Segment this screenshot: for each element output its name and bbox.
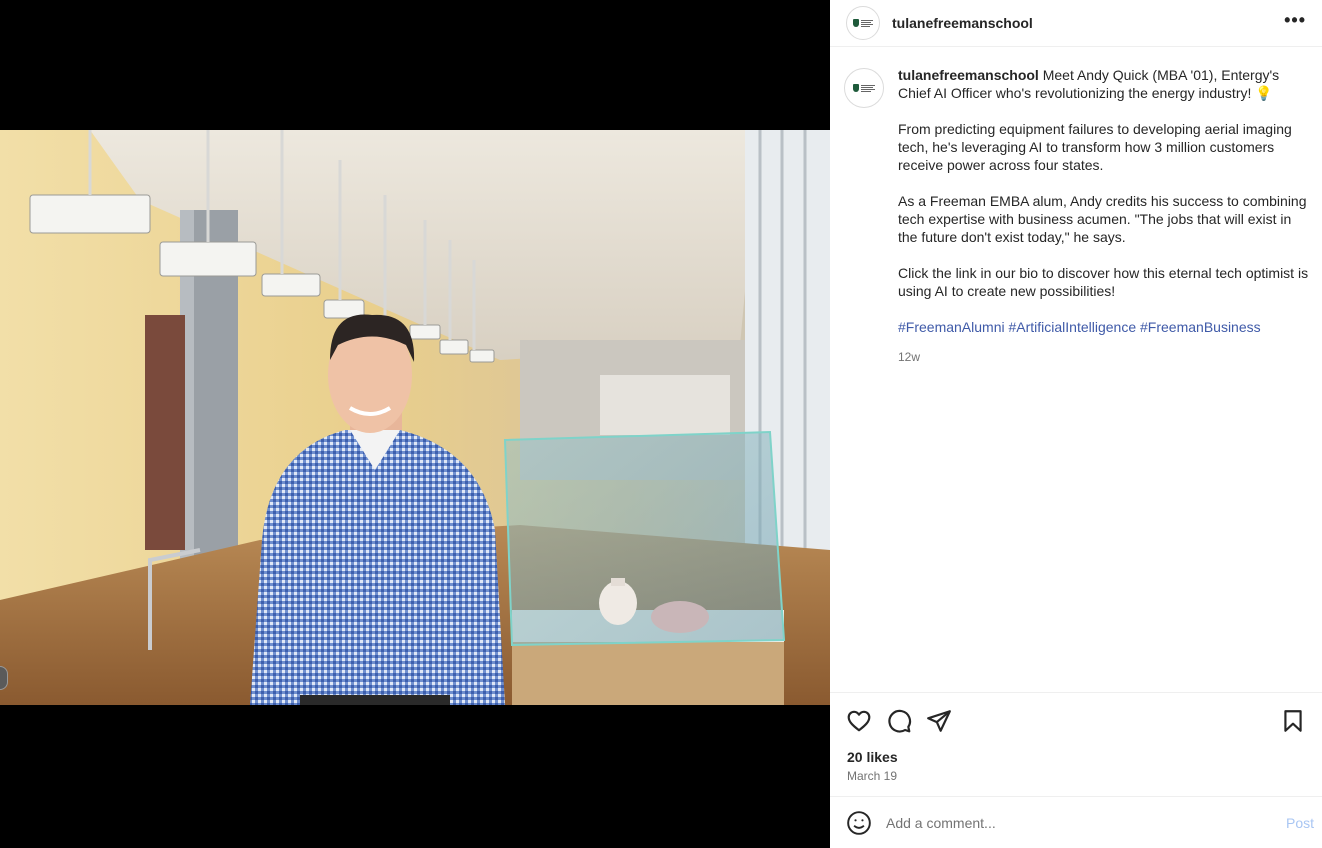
heart-icon[interactable]: [846, 708, 872, 734]
caption-paragraph: Click the link in our bio to discover ho…: [898, 265, 1309, 299]
post-date[interactable]: March 19: [830, 765, 1322, 783]
hashtag-link[interactable]: #FreemanBusiness: [1140, 319, 1261, 335]
post-comment-button[interactable]: Post: [1286, 815, 1314, 831]
post-age[interactable]: 12w: [898, 348, 1312, 366]
hashtag-link[interactable]: #ArtificialIntelligence: [1009, 319, 1137, 335]
hashtags: #FreemanAlumni #ArtificialIntelligence #…: [898, 318, 1312, 336]
post-header: tulanefreemanschool •••: [830, 0, 1322, 47]
comment-icon[interactable]: [886, 708, 912, 734]
more-icon[interactable]: •••: [1284, 10, 1306, 31]
share-icon[interactable]: [926, 708, 952, 734]
bookmark-icon[interactable]: [1280, 708, 1306, 734]
tulane-logo-icon: [853, 84, 875, 92]
caption-username-link[interactable]: tulanefreemanschool: [898, 67, 1039, 83]
post-media: [0, 0, 830, 848]
comment-bar: Post: [830, 796, 1322, 848]
emoji-icon[interactable]: [846, 810, 872, 836]
action-bar: 20 likes March 19: [830, 692, 1322, 796]
avatar[interactable]: [844, 68, 884, 108]
post-details-panel: tulanefreemanschool ••• tulanefreemansch…: [830, 0, 1322, 848]
caption-paragraph: As a Freeman EMBA alum, Andy credits his…: [898, 193, 1307, 245]
caption-paragraph: From predicting equipment failures to de…: [898, 121, 1292, 173]
caption-text: tulanefreemanschool Meet Andy Quick (MBA…: [898, 66, 1312, 688]
post-photo: [0, 130, 830, 705]
hashtag-link[interactable]: #FreemanAlumni: [898, 319, 1005, 335]
tulane-logo-icon: [853, 19, 873, 27]
comment-input[interactable]: [886, 814, 1286, 831]
post-caption: tulanefreemanschool Meet Andy Quick (MBA…: [844, 66, 1312, 688]
username-link[interactable]: tulanefreemanschool: [892, 15, 1033, 31]
avatar[interactable]: [846, 6, 880, 40]
likes-count[interactable]: 20 likes: [830, 735, 1322, 765]
